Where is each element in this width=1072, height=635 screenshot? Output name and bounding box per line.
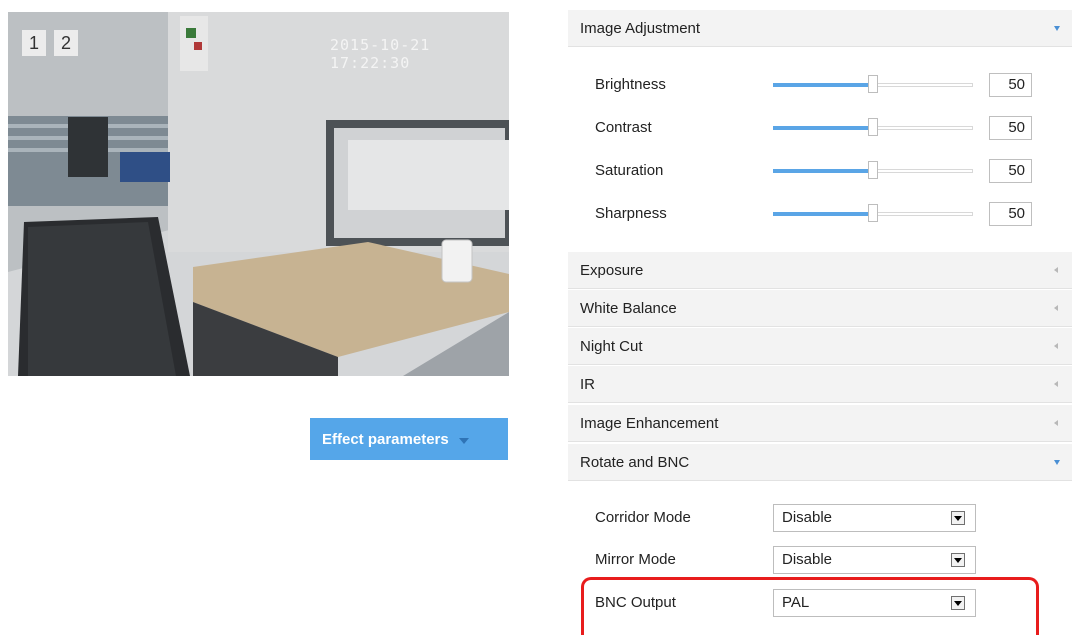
- effect-parameters-button[interactable]: Effect parameters: [310, 418, 508, 460]
- channel-2-indicator: 2: [54, 30, 78, 56]
- slider-row-saturation: Saturation 50: [568, 153, 1072, 189]
- contrast-slider-thumb[interactable]: [868, 118, 878, 136]
- chevron-left-icon: [1054, 305, 1058, 311]
- corridor-mode-select[interactable]: Disable: [773, 504, 976, 532]
- saturation-slider-fill: [773, 169, 873, 173]
- section-night-cut[interactable]: Night Cut: [568, 328, 1072, 365]
- section-title: Exposure: [580, 262, 644, 279]
- bnc-output-label: BNC Output: [595, 594, 676, 611]
- bnc-output-row: BNC Output PAL: [568, 585, 1072, 621]
- slider-row-contrast: Contrast 50: [568, 110, 1072, 146]
- contrast-slider-fill: [773, 126, 873, 130]
- mirror-mode-value: Disable: [782, 551, 833, 568]
- section-white-balance[interactable]: White Balance: [568, 290, 1072, 327]
- corridor-mode-value: Disable: [782, 509, 833, 526]
- chevron-down-icon: [1054, 460, 1060, 465]
- section-title: Night Cut: [580, 338, 643, 355]
- section-exposure[interactable]: Exposure: [568, 252, 1072, 289]
- bnc-output-select[interactable]: PAL: [773, 589, 976, 617]
- corridor-mode-row: Corridor Mode Disable: [568, 500, 1072, 536]
- sharpness-value-field[interactable]: 50: [989, 202, 1032, 226]
- dropdown-arrow-icon[interactable]: [951, 596, 965, 610]
- sharpness-slider-thumb[interactable]: [868, 204, 878, 222]
- bnc-output-value: PAL: [782, 594, 810, 611]
- chevron-down-icon: [458, 437, 469, 444]
- contrast-value-field[interactable]: 50: [989, 116, 1032, 140]
- chevron-left-icon: [1054, 343, 1058, 349]
- chevron-down-icon: [1054, 26, 1060, 31]
- brightness-slider-thumb[interactable]: [868, 75, 878, 93]
- corridor-mode-label: Corridor Mode: [595, 509, 691, 526]
- chevron-left-icon: [1054, 267, 1058, 273]
- slider-row-brightness: Brightness 50: [568, 67, 1072, 103]
- slider-row-sharpness: Sharpness 50: [568, 196, 1072, 232]
- sharpness-slider-fill: [773, 212, 873, 216]
- section-image-adjustment[interactable]: Image Adjustment: [568, 10, 1072, 47]
- mirror-mode-select[interactable]: Disable: [773, 546, 976, 574]
- effect-parameters-label: Effect parameters: [322, 430, 449, 448]
- video-preview: 1 2 2015-10-21 17:22:30: [8, 12, 509, 376]
- section-title: Rotate and BNC: [580, 454, 690, 471]
- sharpness-label: Sharpness: [595, 205, 667, 222]
- saturation-label: Saturation: [595, 162, 664, 179]
- chevron-left-icon: [1054, 420, 1058, 426]
- channel-1-indicator: 1: [22, 30, 46, 56]
- section-title: IR: [580, 376, 595, 393]
- saturation-slider-thumb[interactable]: [868, 161, 878, 179]
- section-title: Image Adjustment: [580, 20, 701, 37]
- section-image-enhancement[interactable]: Image Enhancement: [568, 405, 1072, 442]
- brightness-value-field[interactable]: 50: [989, 73, 1032, 97]
- section-rotate-bnc[interactable]: Rotate and BNC: [568, 444, 1072, 481]
- brightness-slider-fill: [773, 83, 873, 87]
- contrast-label: Contrast: [595, 119, 652, 136]
- osd-timestamp: 2015-10-21 17:22:30: [330, 36, 431, 72]
- chevron-left-icon: [1054, 381, 1058, 387]
- brightness-label: Brightness: [595, 76, 666, 93]
- dropdown-arrow-icon[interactable]: [951, 511, 965, 525]
- mirror-mode-label: Mirror Mode: [595, 551, 676, 568]
- dropdown-arrow-icon[interactable]: [951, 553, 965, 567]
- section-title: White Balance: [580, 300, 677, 317]
- section-title: Image Enhancement: [580, 415, 719, 432]
- saturation-value-field[interactable]: 50: [989, 159, 1032, 183]
- mirror-mode-row: Mirror Mode Disable: [568, 542, 1072, 578]
- section-ir[interactable]: IR: [568, 366, 1072, 403]
